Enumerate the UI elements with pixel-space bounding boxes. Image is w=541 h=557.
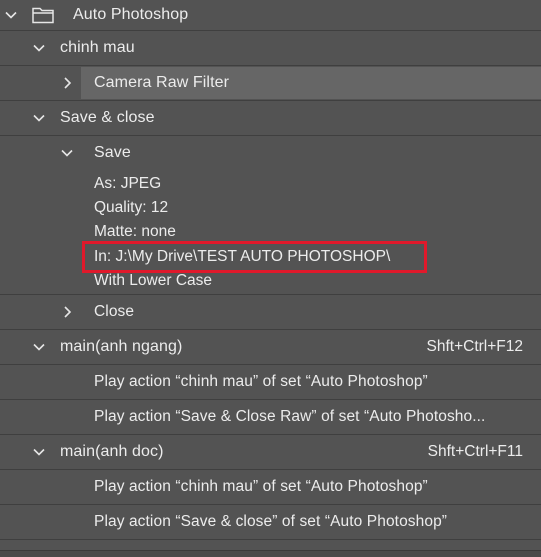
step-row-close[interactable]: Close — [0, 295, 541, 330]
save-case-detail: With Lower Case — [94, 272, 213, 289]
action-name: Save & close — [60, 109, 155, 126]
chevron-right-icon[interactable] — [60, 76, 74, 90]
action-name: chinh mau — [60, 39, 135, 56]
action-name: main(anh ngang) — [60, 338, 183, 355]
step-row-play-action[interactable]: Play action “Save & close” of set “Auto … — [0, 505, 541, 540]
action-name: main(anh doc) — [60, 443, 164, 460]
chevron-down-icon[interactable] — [32, 41, 46, 55]
chevron-down-icon[interactable] — [4, 8, 18, 22]
step-label: Play action “Save & Close Raw” of set “A… — [94, 408, 486, 425]
action-row-save-close[interactable]: Save & close — [0, 101, 541, 136]
action-shortcut: Shft+Ctrl+F11 — [427, 443, 523, 460]
step-row-play-action[interactable]: Play action “chinh mau” of set “Auto Pho… — [0, 470, 541, 505]
step-label: Save — [94, 144, 131, 161]
folder-icon — [32, 7, 54, 24]
action-row-chinh-mau[interactable]: chinh mau — [0, 31, 541, 66]
step-row-save[interactable]: Save As: JPEG Quality: 12 Matte: none In… — [0, 136, 541, 295]
save-matte-detail: Matte: none — [94, 223, 176, 240]
action-row-main-ngang[interactable]: main(anh ngang) Shft+Ctrl+F12 — [0, 330, 541, 365]
save-path-detail: In: J:\My Drive\TEST AUTO PHOTOSHOP\ — [94, 248, 391, 265]
action-shortcut: Shft+Ctrl+F12 — [426, 338, 524, 355]
chevron-down-icon[interactable] — [60, 146, 74, 160]
step-row-play-action[interactable]: Play action “chinh mau” of set “Auto Pho… — [0, 365, 541, 400]
step-label: Play action “chinh mau” of set “Auto Pho… — [94, 373, 428, 390]
step-label: Close — [94, 303, 135, 320]
chevron-down-icon[interactable] — [32, 445, 46, 459]
action-set-name: Auto Photoshop — [73, 6, 189, 23]
save-quality-detail: Quality: 12 — [94, 199, 169, 216]
chevron-right-icon[interactable] — [60, 305, 74, 319]
actions-panel: Auto Photoshop chinh mau Camera Raw Filt… — [0, 0, 541, 557]
step-row-play-action[interactable]: Play action “Save & Close Raw” of set “A… — [0, 400, 541, 435]
step-row-camera-raw[interactable]: Camera Raw Filter — [0, 66, 541, 101]
step-label: Play action “chinh mau” of set “Auto Pho… — [94, 478, 428, 495]
chevron-down-icon[interactable] — [32, 340, 46, 354]
panel-bottom-edge — [0, 550, 541, 557]
chevron-down-icon[interactable] — [32, 111, 46, 125]
step-label: Camera Raw Filter — [94, 74, 230, 91]
save-format-detail: As: JPEG — [94, 175, 162, 192]
step-label: Play action “Save & close” of set “Auto … — [94, 513, 448, 530]
action-row-main-doc[interactable]: main(anh doc) Shft+Ctrl+F11 — [0, 435, 541, 470]
action-set-row[interactable]: Auto Photoshop — [0, 0, 541, 31]
